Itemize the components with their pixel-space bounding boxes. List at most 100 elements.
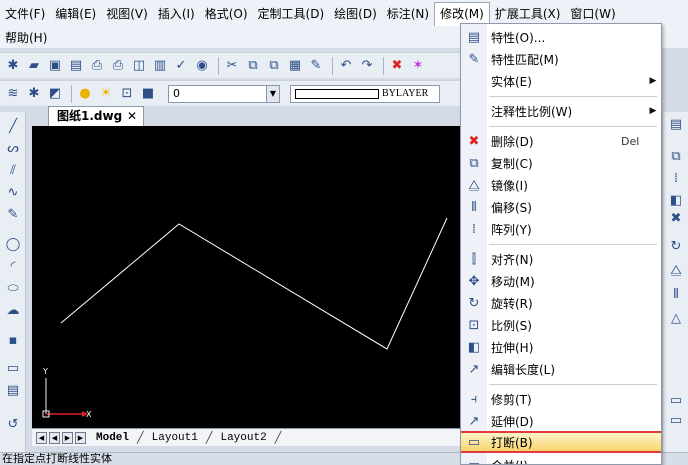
menu-item-label: 复制(C) <box>491 156 533 171</box>
new-file-icon[interactable]: ✱ <box>4 57 22 75</box>
menu-item-match-properties[interactable]: ✎ 特性匹配(M) <box>461 48 661 70</box>
layer-state-icon[interactable]: ✱ <box>25 85 43 103</box>
menu-edit[interactable]: 编辑(E) <box>50 3 101 25</box>
color-dropdown[interactable]: BYLAYER <box>290 84 440 103</box>
ellipse-icon[interactable]: ⬭ <box>3 280 23 298</box>
menu-item-align[interactable]: ⫿ 对齐(N) <box>461 248 661 270</box>
menu-item-array[interactable]: ⁞ 阵列(Y) <box>461 218 661 240</box>
menu-draw[interactable]: 绘图(D) <box>329 3 382 25</box>
menu-item-label: 注释性比例(W) <box>491 104 573 119</box>
menu-item-move[interactable]: ✥ 移动(M) <box>461 270 661 292</box>
join-icon: ▭ <box>467 457 481 465</box>
toolbar-icon[interactable]: ▤ <box>666 116 686 134</box>
layer-dropdown[interactable]: 0 ▼ <box>168 84 280 103</box>
rotate-icon[interactable]: ↻ <box>666 238 686 256</box>
spell-check-icon[interactable]: ✓ <box>172 57 190 75</box>
menu-dimension[interactable]: 标注(N) <box>382 3 434 25</box>
delete-icon[interactable]: ✖ <box>388 57 406 75</box>
menu-item-join[interactable]: ▭ 合并(J) <box>461 454 661 465</box>
arc-icon[interactable]: ◜ <box>3 258 23 276</box>
spline-icon[interactable]: ∿ <box>3 184 23 202</box>
match-properties-icon[interactable]: ✎ <box>307 57 325 75</box>
print-icon[interactable]: ⎙ <box>109 57 127 75</box>
delete-icon[interactable]: ✖ <box>666 210 686 228</box>
hatch-icon[interactable]: ▤ <box>3 382 23 400</box>
close-icon[interactable]: ✕ <box>127 107 137 126</box>
xline-icon[interactable]: ⫽ <box>3 162 23 180</box>
layer-on-icon[interactable]: ● <box>76 85 94 103</box>
cut-icon[interactable]: ✂ <box>223 57 241 75</box>
layer-lock-icon[interactable]: ⊡ <box>118 85 136 103</box>
brush-icon[interactable]: ✶ <box>409 57 427 75</box>
menu-item-rotate[interactable]: ↻ 旋转(R) <box>461 292 661 314</box>
menu-item-delete[interactable]: ✖ 删除(D) Del <box>461 130 661 152</box>
mirror-icon[interactable]: ⧋ <box>666 262 686 280</box>
publish-icon[interactable]: ▥ <box>151 57 169 75</box>
join-icon[interactable]: ▭ <box>666 412 686 430</box>
copy-with-base-icon[interactable]: ⧉ <box>265 57 283 75</box>
stretch-icon[interactable]: ◧ <box>666 192 686 210</box>
layer-color-icon[interactable]: ■ <box>139 85 157 103</box>
paste-icon[interactable]: ▦ <box>286 57 304 75</box>
menu-item-extend[interactable]: ↗ 延伸(D) <box>461 410 661 432</box>
menu-format[interactable]: 格式(O) <box>200 3 253 25</box>
open-file-icon[interactable]: ▰ <box>25 57 43 75</box>
draw-toolbar: ╱ ᔕ ⫽ ∿ ✎ ◯ ◜ ⬭ ☁ ▪ ▭ ▤ ↺ <box>0 112 26 452</box>
menu-item-mirror[interactable]: ⧋ 镜像(I) <box>461 174 661 196</box>
offset-icon[interactable]: ⫴ <box>666 286 686 304</box>
menu-help[interactable]: 帮助(H) <box>0 27 52 49</box>
print-preview-icon[interactable]: ◫ <box>130 57 148 75</box>
layer-freeze-icon[interactable]: ☀ <box>97 85 115 103</box>
array-icon[interactable]: ⁞ <box>666 170 686 188</box>
line-icon[interactable]: ╱ <box>3 118 23 136</box>
tab-layout2[interactable]: Layout2 <box>212 430 274 446</box>
tab-divider: ╱ <box>274 431 282 444</box>
last-tab-icon[interactable]: ▶ <box>75 431 86 444</box>
menu-item-copy[interactable]: ⧉ 复制(C) <box>461 152 661 174</box>
save-icon[interactable]: ▣ <box>46 57 64 75</box>
drawing-tab[interactable]: 图纸1.dwg ✕ <box>48 106 144 126</box>
chamfer-icon[interactable]: △ <box>666 310 686 328</box>
refresh-icon[interactable]: ↺ <box>3 416 23 434</box>
menu-item-annotative-scale[interactable]: 注释性比例(W) ▶ <box>461 100 661 122</box>
menu-item-entity[interactable]: 实体(E) ▶ <box>461 70 661 92</box>
tab-model[interactable]: Model <box>88 430 137 446</box>
next-tab-icon[interactable]: ▶ <box>62 431 73 444</box>
point-icon[interactable]: ▪ <box>3 332 23 350</box>
layer-manager-icon[interactable]: ≋ <box>4 85 22 103</box>
menu-item-stretch[interactable]: ◧ 拉伸(H) <box>461 336 661 358</box>
menu-item-break[interactable]: ▭ 打断(B) <box>461 431 661 453</box>
menu-item-offset[interactable]: ⫴ 偏移(S) <box>461 196 661 218</box>
menu-custom-tools[interactable]: 定制工具(D) <box>253 3 330 25</box>
menu-item-label: 旋转(R) <box>491 296 533 311</box>
menu-insert[interactable]: 插入(I) <box>153 3 200 25</box>
drawing-canvas[interactable]: Y X <box>32 126 460 428</box>
menu-extended-tools[interactable]: 扩展工具(X) <box>490 3 566 25</box>
polyline-entity[interactable] <box>60 217 448 350</box>
copy-icon[interactable]: ⧉ <box>666 148 686 166</box>
menu-item-lengthen[interactable]: ↗ 编辑长度(L) <box>461 358 661 380</box>
sketch-icon[interactable]: ✎ <box>3 206 23 224</box>
prev-tab-icon[interactable]: ◀ <box>49 431 60 444</box>
plot-icon[interactable]: ⎙ <box>88 57 106 75</box>
menu-view[interactable]: 视图(V) <box>101 3 153 25</box>
menu-window[interactable]: 窗口(W) <box>565 3 620 25</box>
rectangle-icon[interactable]: ▭ <box>3 360 23 378</box>
copy-icon[interactable]: ⧉ <box>244 57 262 75</box>
find-icon[interactable]: ◉ <box>193 57 211 75</box>
save-as-icon[interactable]: ▤ <box>67 57 85 75</box>
menu-file[interactable]: 文件(F) <box>0 3 50 25</box>
menu-item-scale[interactable]: ⊡ 比例(S) <box>461 314 661 336</box>
revcloud-icon[interactable]: ☁ <box>3 302 23 320</box>
menu-item-properties[interactable]: ▤ 特性(O)... <box>461 26 661 48</box>
tab-layout1[interactable]: Layout1 <box>144 430 206 446</box>
menu-item-trim[interactable]: ⫞ 修剪(T) <box>461 388 661 410</box>
undo-icon[interactable]: ↶ <box>337 57 355 75</box>
layer-previous-icon[interactable]: ◩ <box>46 85 64 103</box>
break-icon[interactable]: ▭ <box>666 392 686 410</box>
redo-icon[interactable]: ↷ <box>358 57 376 75</box>
chevron-down-icon[interactable]: ▼ <box>266 85 279 102</box>
polyline-icon[interactable]: ᔕ <box>3 140 23 158</box>
first-tab-icon[interactable]: ◀ <box>36 431 47 444</box>
circle-icon[interactable]: ◯ <box>3 236 23 254</box>
